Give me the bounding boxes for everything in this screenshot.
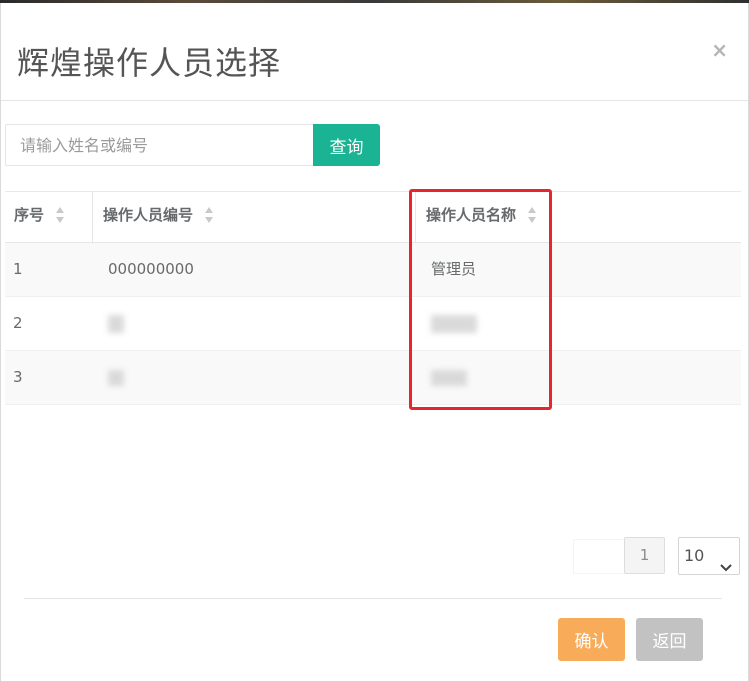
cell-operator-code-redacted: [108, 297, 408, 350]
cell-operator-name: 管理员: [431, 260, 477, 278]
table-row[interactable]: 3: [5, 351, 741, 405]
column-header-code[interactable]: 操作人员编号: [93, 192, 416, 243]
footer-divider: [24, 598, 722, 599]
table-header-row: 序号 操作人员编号 操作人员名称: [5, 191, 741, 243]
cell-operator-code: 000000000: [108, 260, 194, 278]
sort-icon[interactable]: [55, 206, 65, 224]
confirm-button[interactable]: 确认: [558, 618, 625, 661]
table-row[interactable]: 1 000000000 管理员: [5, 243, 741, 297]
close-icon[interactable]: ×: [711, 39, 728, 61]
operator-table: 序号 操作人员编号 操作人员名称 1 000000000 管理员 2 3: [5, 191, 741, 405]
sort-icon[interactable]: [204, 206, 214, 224]
sort-icon[interactable]: [527, 206, 537, 224]
column-header-name[interactable]: 操作人员名称: [416, 192, 741, 243]
cell-operator-name-redacted: [431, 297, 731, 350]
redacted-blur: [431, 369, 467, 386]
cell-operator-code-redacted: [108, 351, 408, 404]
back-button[interactable]: 返回: [636, 618, 703, 661]
search-input[interactable]: [5, 124, 314, 166]
redacted-blur: [108, 369, 124, 386]
cell-operator-name-redacted: [431, 351, 731, 404]
column-header-label: 操作人员名称: [426, 206, 517, 224]
column-header-label: 序号: [14, 206, 45, 224]
table-row[interactable]: 2: [5, 297, 741, 351]
column-header-label: 操作人员编号: [103, 206, 194, 224]
column-header-index[interactable]: 序号: [5, 192, 93, 243]
pagination-page-button[interactable]: 1: [624, 537, 665, 574]
query-button[interactable]: 查询: [313, 124, 380, 166]
redacted-blur: [431, 314, 477, 333]
cell-index: 2: [13, 314, 23, 332]
chevron-down-icon: [720, 550, 732, 586]
pagination-prev[interactable]: [573, 539, 623, 574]
cell-index: 1: [13, 260, 23, 278]
modal-title: 辉煌操作人员选择: [17, 44, 282, 82]
page-size-select[interactable]: 10: [678, 537, 740, 575]
page-size-value: 10: [684, 546, 705, 565]
redacted-blur: [108, 314, 124, 333]
cell-index: 3: [13, 368, 23, 386]
modal-header: 辉煌操作人员选择 ×: [1, 3, 748, 101]
